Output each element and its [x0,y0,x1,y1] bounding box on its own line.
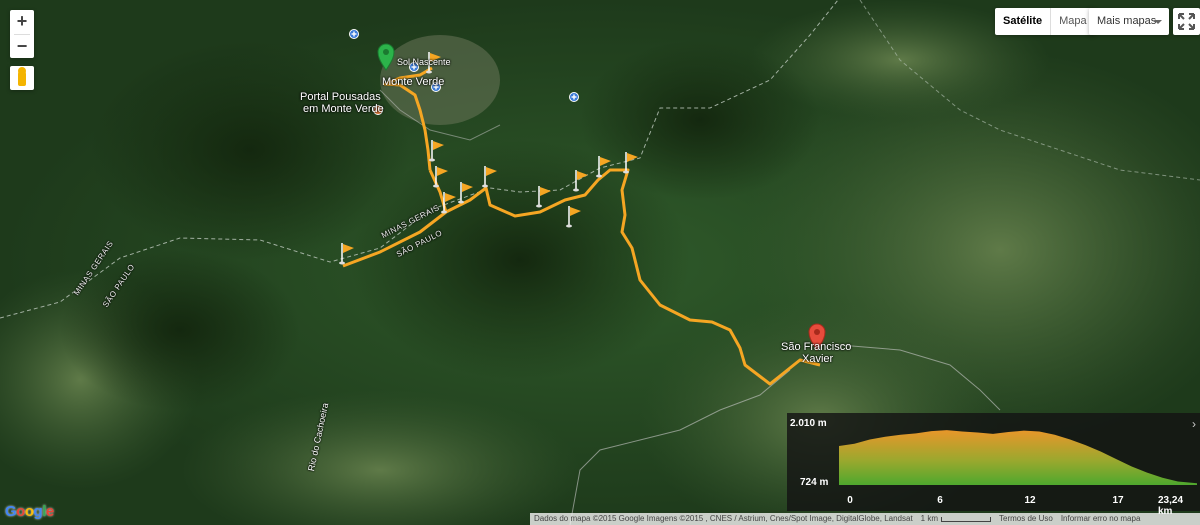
distance-tick: 6 [937,495,943,506]
more-maps-label: Mais mapas [1097,15,1157,27]
logo-letter: o [24,503,34,520]
plus-icon: + [16,11,28,31]
logo-letter: o [16,503,25,520]
caret-down-icon [1154,20,1162,24]
zoom-control: + − [10,10,34,58]
zoom-in-button[interactable]: + [10,10,34,34]
zoom-out-button[interactable]: − [10,35,34,59]
terms-link[interactable]: Termos de Uso [995,513,1057,525]
elevation-min-label: 724 m [800,477,829,488]
elevation-max-label: 2.010 m [790,418,827,429]
attribution-text: Dados do mapa ©2015 Google Imagens ©2015… [534,514,913,523]
attribution-bar: Dados do mapa ©2015 Google Imagens ©2015… [530,513,1200,525]
poi-marker-icon [569,92,579,102]
elevation-area [839,430,1197,485]
map-type-control: Satélite Mapa [995,8,1095,35]
logo-letter: G [5,503,17,520]
distance-tick: 0 [847,495,853,506]
scale-control[interactable]: 1 km [917,513,995,525]
logo-letter: e [45,503,54,520]
elevation-profile-panel[interactable]: 2.010 m 724 m 0 6 12 17 23,24 km › [787,413,1200,517]
poi-label-line1[interactable]: Portal Pousadas [300,91,381,103]
fullscreen-icon [1178,13,1195,30]
pegman-head [18,67,26,75]
poi-marker-icon [349,29,359,39]
logo-letter: g [33,503,43,520]
more-maps-dropdown[interactable]: Mais mapas [1089,8,1169,35]
distance-tick: 17 [1112,495,1124,506]
start-place-label[interactable]: Monte Verde [382,76,444,88]
end-place-label-line2[interactable]: Xavier [802,353,833,365]
distance-tick: 12 [1024,495,1036,506]
chevron-right-icon[interactable]: › [1192,417,1196,431]
minus-icon: − [16,36,28,56]
map-type-satellite-button[interactable]: Satélite [995,8,1052,35]
fullscreen-button[interactable] [1173,8,1200,35]
street-label: Sol Nascente [397,57,451,67]
street-view-pegman-button[interactable] [10,66,34,90]
end-place-label-line1[interactable]: São Francisco [781,341,851,353]
scale-bar [941,516,992,522]
scale-label: 1 km [920,514,939,523]
google-logo[interactable]: Google [5,503,54,520]
report-error-link[interactable]: Informar erro no mapa [1057,513,1145,525]
poi-label-line2[interactable]: em Monte Verde [303,103,384,115]
